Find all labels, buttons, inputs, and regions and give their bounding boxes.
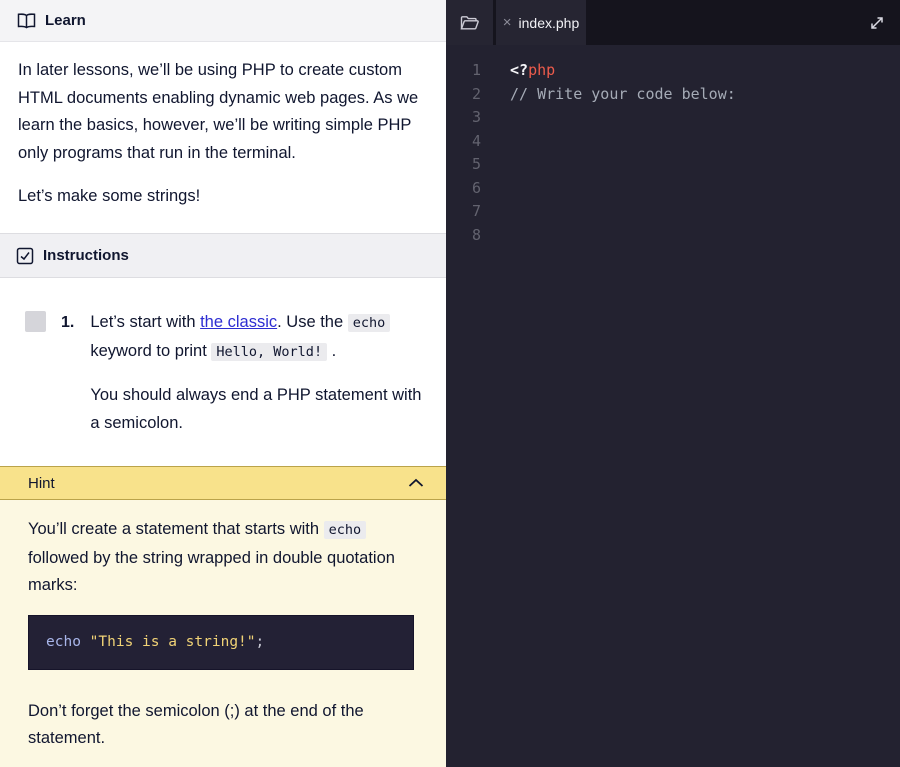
code-line-1: <?php xyxy=(510,59,736,83)
task-text: Let’s start with the classic. Use the ec… xyxy=(90,309,428,466)
lesson-panel: Learn In later lessons, we’ll be using P… xyxy=(0,0,446,767)
task-text-segment: . xyxy=(327,342,336,360)
checkbox-checked-icon xyxy=(16,247,34,265)
hint-text: You’ll create a statement that starts wi… xyxy=(28,516,418,600)
hello-world-code-chip: Hello, World! xyxy=(211,343,327,361)
learn-header: Learn xyxy=(0,0,446,42)
folder-icon xyxy=(460,15,479,31)
instructions-header: Instructions xyxy=(0,233,446,278)
chevron-up-icon[interactable] xyxy=(408,478,424,488)
code-editor[interactable]: 1 2 3 4 5 6 7 8 <?php // Write your code… xyxy=(446,45,900,767)
tab-close-icon[interactable]: × xyxy=(503,15,512,30)
line-number: 5 xyxy=(472,153,481,177)
hint-text-segment: You’ll create a statement that starts wi… xyxy=(28,520,324,538)
task-number: 1. xyxy=(61,309,74,466)
editor-topbar: × index.php xyxy=(446,0,900,45)
the-classic-link[interactable]: the classic xyxy=(200,313,277,331)
line-number: 6 xyxy=(472,177,481,201)
echo-code-chip: echo xyxy=(324,521,367,539)
line-number: 2 xyxy=(472,83,481,107)
book-open-icon xyxy=(17,13,36,29)
topbar-spacer xyxy=(586,0,854,45)
hint-header-toggle[interactable]: Hint xyxy=(0,466,446,500)
line-number: 4 xyxy=(472,130,481,154)
code-editor-panel: × index.php 1 2 3 4 5 6 7 8 <?php xyxy=(446,0,900,767)
code-line-2: // Write your code below: xyxy=(510,83,736,107)
hint-text-segment: followed by the string wrapped in double… xyxy=(28,549,395,595)
line-number: 1 xyxy=(472,59,481,83)
tab-index-php[interactable]: × index.php xyxy=(496,0,586,45)
php-open-tag: <? xyxy=(510,61,528,79)
hint-body: You’ll create a statement that starts wi… xyxy=(0,500,446,767)
hint-title: Hint xyxy=(28,475,55,492)
hint-section: Hint You’ll create a statement that star… xyxy=(0,466,446,767)
code-keyword: echo xyxy=(46,634,90,650)
lesson-paragraph: In later lessons, we’ll be using PHP to … xyxy=(18,57,428,167)
tab-label: index.php xyxy=(519,15,580,31)
line-number: 3 xyxy=(472,106,481,130)
code-punctuation: ; xyxy=(256,634,265,650)
line-number: 8 xyxy=(472,224,481,248)
hint-footer-text: Don’t forget the semicolon (;) at the en… xyxy=(28,698,398,753)
hint-code-example: echo "This is a string!"; xyxy=(28,615,414,670)
echo-code-chip: echo xyxy=(348,314,391,332)
expand-diagonal-icon xyxy=(868,14,886,32)
task-text-segment: . Use the xyxy=(277,313,348,331)
code-content[interactable]: <?php // Write your code below: xyxy=(490,59,736,767)
php-keyword: php xyxy=(528,61,555,79)
task-checkbox[interactable] xyxy=(25,311,46,332)
code-string: "This is a string!" xyxy=(90,634,256,650)
code-comment: // Write your code below: xyxy=(510,85,736,103)
instructions-body: 1. Let’s start with the classic. Use the… xyxy=(0,278,446,466)
task-note: You should always end a PHP statement wi… xyxy=(90,382,428,437)
task-text-segment: keyword to print xyxy=(90,342,211,360)
instructions-title: Instructions xyxy=(43,247,129,264)
learn-title: Learn xyxy=(45,12,86,29)
file-tree-button[interactable] xyxy=(446,0,493,45)
line-number-gutter: 1 2 3 4 5 6 7 8 xyxy=(446,59,490,767)
lesson-text-section: In later lessons, we’ll be using PHP to … xyxy=(0,42,446,233)
expand-editor-button[interactable] xyxy=(854,0,900,45)
task-text-segment: Let’s start with xyxy=(90,313,200,331)
line-number: 7 xyxy=(472,200,481,224)
lesson-paragraph: Let’s make some strings! xyxy=(18,183,428,211)
